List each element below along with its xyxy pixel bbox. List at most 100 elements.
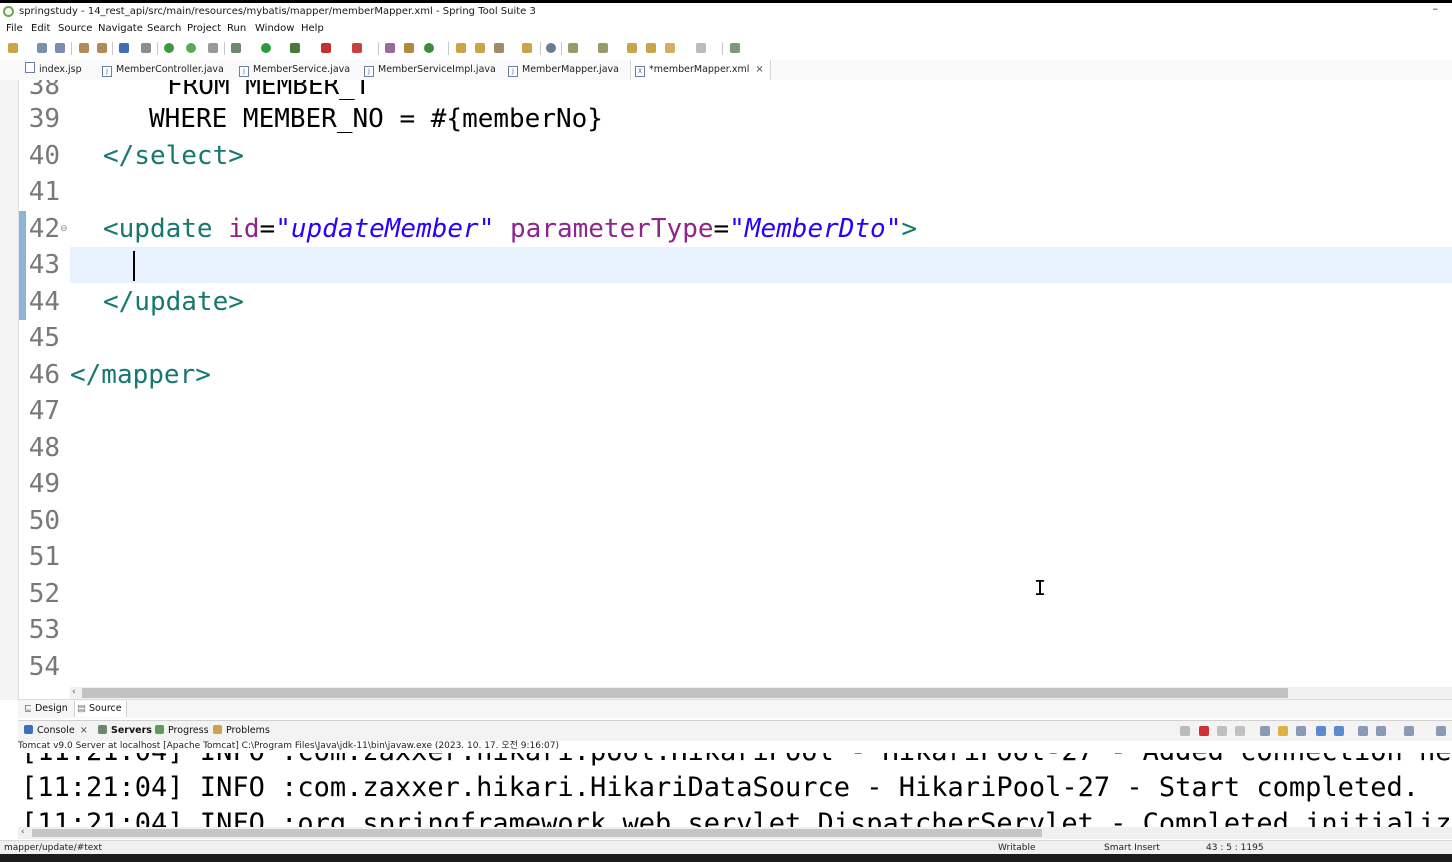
- forward-icon[interactable]: [696, 43, 706, 53]
- main-toolbar: [0, 38, 1452, 60]
- back-icon[interactable]: [665, 43, 675, 53]
- menu-window[interactable]: Window: [255, 23, 294, 34]
- display-console-icon[interactable]: [1376, 726, 1386, 736]
- tab-design[interactable]: ⊑ Design: [24, 701, 68, 717]
- last-edit-icon[interactable]: [627, 43, 637, 53]
- close-icon[interactable]: ×: [755, 64, 763, 75]
- java-file-icon: J: [239, 66, 249, 77]
- tab-member-mapper-xml[interactable]: X *memberMapper.xml ×: [630, 60, 771, 80]
- tab-member-service-impl[interactable]: J MemberServiceImpl.java: [364, 60, 496, 80]
- menu-source[interactable]: Source: [58, 23, 92, 34]
- menu-help[interactable]: Help: [301, 23, 324, 34]
- value-member-dto: "MemberDto": [729, 214, 902, 244]
- menu-navigate[interactable]: Navigate: [98, 23, 143, 34]
- scroll-left-icon[interactable]: ‹: [21, 827, 25, 837]
- status-insert-mode: Smart Insert: [1104, 843, 1160, 853]
- design-icon: ⊑: [24, 703, 32, 714]
- fold-icon[interactable]: ⊖: [60, 224, 68, 234]
- menu-file[interactable]: File: [6, 23, 23, 34]
- word-wrap-icon[interactable]: [1296, 726, 1306, 736]
- run-icon[interactable]: [261, 43, 271, 53]
- code-line-44: </update>: [103, 287, 244, 317]
- tab-progress[interactable]: Progress: [155, 721, 209, 741]
- code-editor[interactable]: 38 39 40 41 42 43 44 45 46 47 48 49 50 5…: [19, 80, 1452, 687]
- scroll-lock-icon[interactable]: [1278, 726, 1288, 736]
- print-icon[interactable]: [79, 43, 89, 53]
- tab-label: index.jsp: [39, 64, 82, 75]
- line-number: 39: [28, 104, 60, 134]
- pin-console-icon[interactable]: [1358, 726, 1368, 736]
- jsp-file-icon: [25, 62, 35, 73]
- next-annotation-icon[interactable]: [568, 43, 578, 53]
- spring-icon[interactable]: [186, 43, 196, 53]
- show-on-stderr-icon[interactable]: [1334, 726, 1344, 736]
- tab-label: MemberService.java: [253, 64, 351, 75]
- close-icon[interactable]: ×: [80, 725, 88, 736]
- new-class-icon[interactable]: [424, 43, 434, 53]
- skip-breakpoints-icon[interactable]: [141, 43, 151, 53]
- perspective-icon[interactable]: [730, 43, 740, 53]
- new-server-icon[interactable]: [385, 43, 395, 53]
- menu-bar: File Edit Source Navigate Search Project…: [0, 20, 1452, 38]
- tab-index-jsp[interactable]: index.jsp: [25, 60, 82, 80]
- minimize-button[interactable]: –: [1433, 2, 1439, 15]
- globe-icon[interactable]: [546, 43, 556, 53]
- menu-project[interactable]: Project: [187, 23, 221, 34]
- browse-icon[interactable]: [522, 43, 532, 53]
- previous-annotation-icon[interactable]: [598, 43, 608, 53]
- save-icon[interactable]: [37, 43, 47, 53]
- equals: =: [713, 214, 730, 244]
- open-folder-icon[interactable]: [456, 43, 466, 53]
- tab-member-mapper-java[interactable]: J MemberMapper.java: [508, 60, 619, 80]
- pen-icon[interactable]: [494, 43, 504, 53]
- scrollbar-thumb[interactable]: [82, 688, 1288, 698]
- show-on-stdout-icon[interactable]: [1316, 726, 1326, 736]
- title-bar: springstudy - 14_rest_api/src/main/resou…: [0, 0, 1452, 20]
- remove-launch-icon[interactable]: [1217, 726, 1227, 736]
- terminate-icon[interactable]: [1199, 726, 1209, 736]
- tab-servers[interactable]: Servers: [98, 721, 152, 741]
- tab-console[interactable]: Console ×: [24, 721, 88, 741]
- link-icon[interactable]: [208, 43, 218, 53]
- save-all-icon[interactable]: [55, 43, 65, 53]
- tab-label: Design: [34, 703, 68, 714]
- menu-edit[interactable]: Edit: [31, 23, 50, 34]
- tab-member-controller[interactable]: J MemberController.java: [102, 60, 224, 80]
- scrollbar-thumb[interactable]: [32, 829, 1042, 837]
- tab-label: MemberMapper.java: [522, 64, 619, 75]
- new-package-icon[interactable]: [404, 43, 414, 53]
- console-output[interactable]: [11:21:04] INFO :com.zaxxer.hikari.pool.…: [18, 753, 1452, 827]
- remove-all-icon[interactable]: [1235, 726, 1245, 736]
- taskbar: [0, 854, 1452, 862]
- menu-run[interactable]: Run: [227, 23, 246, 34]
- line-number: 43: [28, 250, 60, 280]
- menu-search[interactable]: Search: [147, 23, 181, 34]
- debug-icon[interactable]: [231, 43, 241, 53]
- terminate-all-icon[interactable]: [1180, 726, 1190, 736]
- tab-source[interactable]: ▤ Source: [74, 701, 127, 717]
- editor-horizontal-scrollbar[interactable]: ‹: [70, 687, 1452, 699]
- open-type-icon[interactable]: [97, 43, 107, 53]
- java-file-icon: J: [102, 66, 112, 77]
- open-project-icon[interactable]: [475, 43, 485, 53]
- clear-console-icon[interactable]: [1260, 726, 1270, 736]
- new-file-icon[interactable]: [8, 43, 18, 53]
- scroll-left-icon[interactable]: ‹: [72, 687, 76, 697]
- boot-dashboard-icon[interactable]: [164, 43, 174, 53]
- open-console-icon[interactable]: [1404, 726, 1414, 736]
- external-tools-icon[interactable]: [352, 43, 362, 53]
- line-number: 54: [28, 652, 60, 682]
- line-number: 49: [28, 469, 60, 499]
- line-number: 44: [28, 287, 60, 317]
- stop-icon[interactable]: [321, 43, 331, 53]
- status-writable: Writable: [998, 843, 1036, 853]
- problems-icon: [213, 725, 222, 734]
- window-title: springstudy - 14_rest_api/src/main/resou…: [19, 6, 536, 17]
- console-view-icon[interactable]: [119, 43, 129, 53]
- coverage-icon[interactable]: [290, 43, 300, 53]
- tab-problems[interactable]: Problems: [213, 721, 270, 741]
- minimize-view-icon[interactable]: [1436, 726, 1446, 736]
- last-edit-forward-icon[interactable]: [646, 43, 656, 53]
- tab-member-service[interactable]: J MemberService.java: [239, 60, 350, 80]
- console-horizontal-scrollbar[interactable]: ‹: [18, 827, 1452, 839]
